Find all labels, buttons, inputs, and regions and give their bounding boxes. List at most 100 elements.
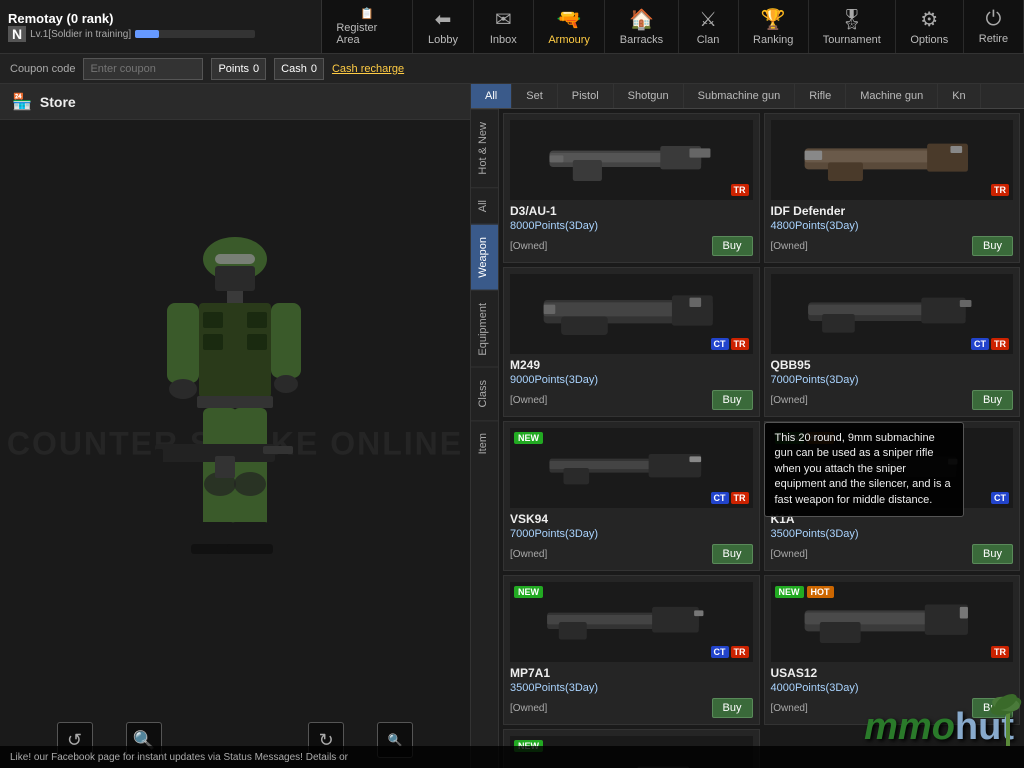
coupon-label: Coupon code (10, 63, 75, 75)
item-vsk94-footer: [Owned] Buy (510, 544, 753, 564)
top-nav: Remotay (0 rank) N Lv.1[Soldier in train… (0, 0, 1024, 54)
item-k1a-buy-button[interactable]: Buy (972, 544, 1013, 564)
nav-lobby-label: Lobby (428, 34, 458, 46)
tab-machine[interactable]: Machine gun (846, 84, 938, 108)
rank-text: Lv.1[Soldier in training] (30, 29, 131, 40)
rank-bar (135, 30, 255, 38)
item-idf-name: IDF Defender (771, 204, 1014, 218)
nav-inbox[interactable]: ✉ Inbox (474, 0, 534, 53)
item-d3au1-owned: [Owned] (510, 241, 547, 252)
item-idf-price: 4800Points(3Day) (771, 220, 1014, 232)
rank-bar-fill (135, 30, 159, 38)
item-mp7a1-footer: [Owned] Buy (510, 698, 753, 718)
retire-icon: ⏻ (986, 8, 1002, 31)
item-mp7a1-buy-button[interactable]: Buy (712, 698, 753, 718)
nav-retire[interactable]: ⏻ Retire (964, 0, 1024, 53)
nav-options[interactable]: ⚙ Options (896, 0, 964, 53)
item-qbb95-image: CT TR (771, 274, 1014, 354)
badge-ct: CT (991, 492, 1009, 504)
badge-tr: TR (731, 338, 749, 350)
item-mp7a1[interactable]: NEW CT TR MP7A1 3500 (503, 575, 760, 725)
badge-ct: CT (971, 338, 989, 350)
tab-pistol[interactable]: Pistol (558, 84, 614, 108)
tab-shotgun[interactable]: Shotgun (614, 84, 684, 108)
bottom-bar-text: Like! our Facebook page for instant upda… (10, 752, 348, 763)
item-qbb95-buy-button[interactable]: Buy (972, 390, 1013, 410)
nav-options-label: Options (910, 34, 948, 46)
item-m249-owned: [Owned] (510, 395, 547, 406)
sidetab-hot-new[interactable]: Hot & New (471, 109, 498, 187)
tab-all[interactable]: All (471, 84, 512, 108)
inbox-icon: ✉ (495, 7, 512, 32)
sidetab-equipment[interactable]: Equipment (471, 290, 498, 368)
store-header: 🏪 Store (0, 84, 470, 120)
tab-rifle[interactable]: Rifle (795, 84, 846, 108)
sidetab-weapon[interactable]: Weapon (471, 224, 498, 290)
item-vsk94-name: VSK94 (510, 512, 753, 526)
nav-clan[interactable]: ⚔ Clan (679, 0, 739, 53)
sidetab-item[interactable]: Item (471, 420, 498, 466)
tab-set[interactable]: Set (512, 84, 558, 108)
item-qbb95[interactable]: CT TR QBB95 7000Points(3Day) [Owned] Buy (764, 267, 1021, 417)
sidetab-all[interactable]: All (471, 187, 498, 224)
nav-lobby[interactable]: ⬅ Lobby (413, 0, 474, 53)
points-label: Points (218, 63, 249, 75)
tab-submachine[interactable]: Submachine gun (684, 84, 796, 108)
item-d3au1-buy-button[interactable]: Buy (712, 236, 753, 256)
items-area[interactable]: TR D3/AU-1 8000Points(3Day) [Owned] Buy (499, 109, 1024, 768)
badge-ct: CT (711, 492, 729, 504)
rank-badge: N (8, 26, 26, 42)
item-vsk94-owned: [Owned] (510, 549, 547, 560)
options-icon: ⚙ (920, 7, 938, 32)
item-idf-owned: [Owned] (771, 241, 808, 252)
character-figure (95, 194, 375, 694)
nav-armoury-label: Armoury (548, 34, 590, 46)
item-vsk94-buy-button[interactable]: Buy (712, 544, 753, 564)
badge-tr: TR (991, 338, 1009, 350)
lobby-icon: ⬅ (435, 7, 452, 32)
cash-value: 0 (311, 63, 317, 75)
ranking-icon: 🏆 (761, 7, 786, 32)
clan-icon: ⚔ (699, 7, 717, 32)
nav-retire-label: Retire (979, 33, 1008, 45)
nav-barracks[interactable]: 🏠 Barracks (605, 0, 678, 53)
user-rank: N Lv.1[Soldier in training] (8, 26, 313, 42)
register-area[interactable]: 📋 Register Area (322, 0, 413, 53)
nav-tournament[interactable]: 🎖 Tournament (809, 0, 896, 53)
nav-ranking[interactable]: 🏆 Ranking (739, 0, 809, 53)
tournament-icon: 🎖 (839, 7, 864, 32)
nav-inbox-label: Inbox (490, 34, 517, 46)
cash-label: Cash (281, 63, 307, 75)
cash-recharge-button[interactable]: Cash recharge (332, 63, 404, 75)
character-area: COUNTER STRIKE ONLINE (0, 120, 470, 768)
item-k1a-price: 3500Points(3Day) (771, 528, 1014, 540)
item-d3au1-image: TR (510, 120, 753, 200)
badge-ct: CT (711, 646, 729, 658)
nav-armoury[interactable]: 🔫 Armoury (534, 0, 605, 53)
item-m249-price: 9000Points(3Day) (510, 374, 753, 386)
nav-ranking-label: Ranking (753, 34, 793, 46)
soldier-svg (115, 204, 355, 684)
badge-tr: TR (991, 184, 1009, 196)
item-vsk94-price: 7000Points(3Day) (510, 528, 753, 540)
nav-barracks-label: Barracks (620, 34, 663, 46)
item-idf-buy-button[interactable]: Buy (972, 236, 1013, 256)
left-panel: 🏪 Store COUNTER STRIKE ONLINE (0, 84, 470, 768)
item-idf-defender[interactable]: TR IDF Defender 4800Points(3Day) [Owned]… (764, 113, 1021, 263)
item-d3au1[interactable]: TR D3/AU-1 8000Points(3Day) [Owned] Buy (503, 113, 760, 263)
coupon-input[interactable] (83, 58, 203, 80)
item-m249[interactable]: CT TR M249 9000Points(3Day) [Owned] Buy (503, 267, 760, 417)
item-usas12-buy-button[interactable]: Buy (972, 698, 1013, 718)
new-badge: NEW (514, 432, 543, 444)
tab-kn[interactable]: Kn (938, 84, 980, 108)
badge-tr: TR (991, 646, 1009, 658)
item-qbb95-name: QBB95 (771, 358, 1014, 372)
new-badge: NEW (775, 586, 804, 598)
sidetab-class[interactable]: Class (471, 367, 498, 420)
store-title: Store (40, 94, 76, 110)
item-vsk94[interactable]: NEW CT TR (503, 421, 760, 571)
item-usas12[interactable]: NEW HOT TR USAS12 40 (764, 575, 1021, 725)
register-icon: 📋 (360, 7, 374, 20)
item-qbb95-footer: [Owned] Buy (771, 390, 1014, 410)
item-m249-buy-button[interactable]: Buy (712, 390, 753, 410)
